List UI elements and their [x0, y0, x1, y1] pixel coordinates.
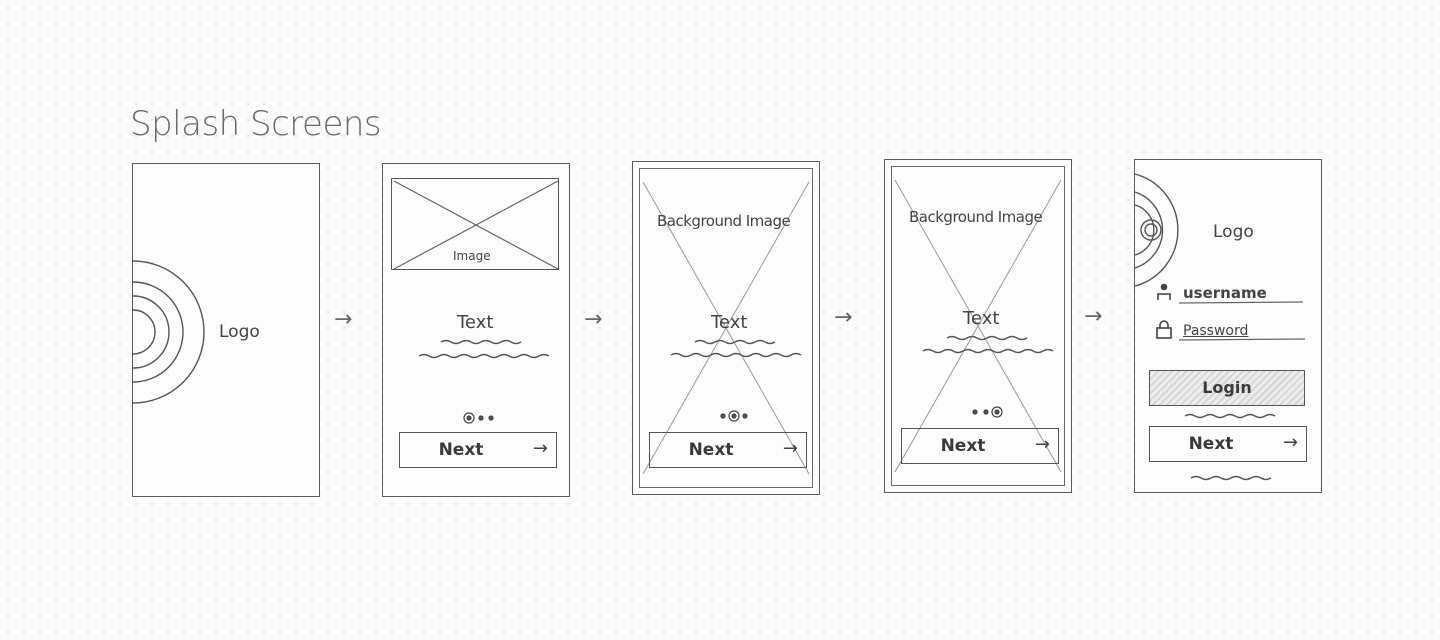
- background-image-label: Background Image: [909, 208, 1043, 226]
- flow-arrow-4: →: [1084, 304, 1103, 329]
- pagination-dots-icon: [972, 406, 1003, 418]
- pagination-dots-icon: [720, 410, 748, 422]
- next-button[interactable]: Next →: [1149, 426, 1307, 462]
- next-button-label: Next: [1188, 434, 1234, 454]
- next-button-label: Next: [940, 436, 986, 456]
- page-title: Splash Screens: [130, 104, 382, 144]
- pagination-dots-icon: [463, 412, 494, 424]
- text-label: Text: [711, 312, 748, 333]
- next-button-label: Next: [688, 440, 734, 460]
- background-image-label: Background Image: [657, 212, 791, 230]
- arrow-right-icon: →: [782, 438, 798, 459]
- next-button-label: Next: [438, 440, 484, 460]
- login-screen: Logo username Password Login Next →: [1134, 159, 1322, 493]
- text-label: Text: [963, 308, 1000, 329]
- flow-arrow-1: →: [334, 307, 353, 332]
- flow-arrow-3: →: [834, 305, 853, 330]
- splash-screen-background-2: Background Image Text Next →: [884, 159, 1072, 493]
- flow-arrow-2: →: [584, 307, 603, 332]
- splash-screen-image: Image Text Next →: [382, 163, 570, 497]
- splash-screen-logo: Logo: [132, 163, 320, 497]
- splash-screen-background-1: Background Image Text Next →: [632, 161, 820, 495]
- arrow-right-icon: →: [532, 438, 548, 459]
- next-button[interactable]: Next →: [399, 432, 557, 468]
- next-button[interactable]: Next →: [901, 428, 1059, 464]
- next-button[interactable]: Next →: [649, 432, 807, 468]
- arrow-right-icon: →: [1282, 432, 1298, 453]
- logo-label: Logo: [219, 322, 260, 342]
- arrow-right-icon: →: [1034, 434, 1050, 455]
